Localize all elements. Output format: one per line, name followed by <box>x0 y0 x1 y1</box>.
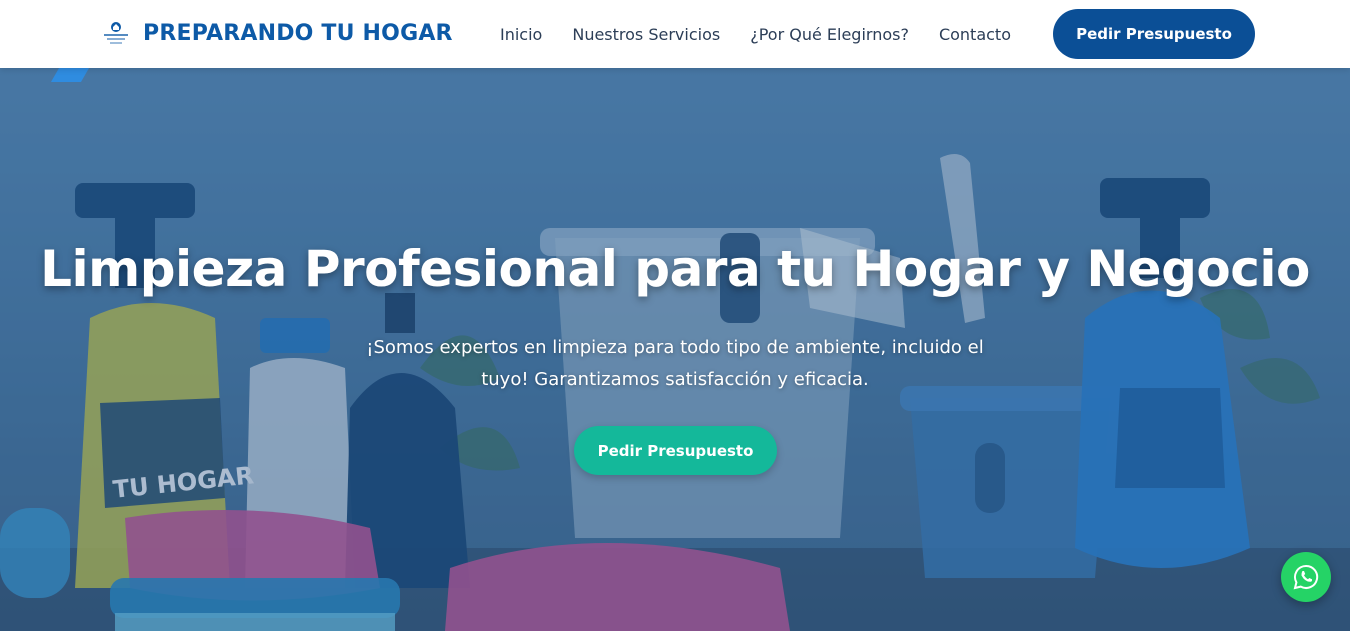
hero-title: Limpieza Profesional para tu Hogar y Neg… <box>40 240 1310 298</box>
hero-quote-button[interactable]: Pedir Presupuesto <box>574 426 777 475</box>
whatsapp-icon <box>1293 564 1319 590</box>
hero-section: TU HOGAR Limpieza Profesional para tu Ho… <box>0 68 1350 631</box>
whatsapp-button[interactable] <box>1281 552 1331 602</box>
top-navbar: PREPARANDO TU HOGAR Inicio Nuestros Serv… <box>0 0 1350 68</box>
main-nav: Inicio Nuestros Servicios ¿Por Qué Elegi… <box>500 0 1041 68</box>
brand-logo <box>100 17 132 49</box>
brand[interactable]: PREPARANDO TU HOGAR <box>100 17 453 49</box>
nav-quote-button[interactable]: Pedir Presupuesto <box>1053 9 1255 59</box>
house-logo-icon <box>104 22 128 44</box>
nav-link-servicios[interactable]: Nuestros Servicios <box>572 25 720 44</box>
brand-name: PREPARANDO TU HOGAR <box>143 20 453 46</box>
nav-link-inicio[interactable]: Inicio <box>500 25 542 44</box>
nav-link-elegirnos[interactable]: ¿Por Qué Elegirnos? <box>750 25 909 44</box>
hero-subtitle: ¡Somos expertos en limpieza para todo ti… <box>366 337 984 390</box>
nav-link-contacto[interactable]: Contacto <box>939 25 1011 44</box>
